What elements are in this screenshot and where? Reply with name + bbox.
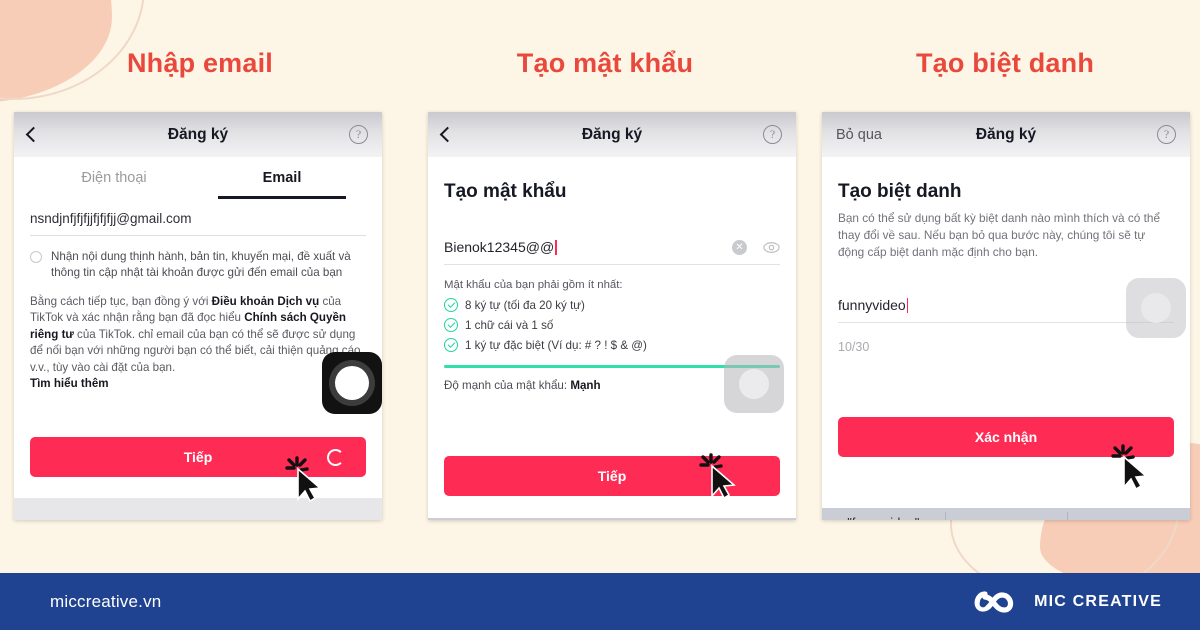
tab-email[interactable]: Email xyxy=(198,157,366,199)
eye-icon[interactable] xyxy=(763,241,780,253)
mouse-cursor-icon xyxy=(1111,444,1148,491)
keyboard-suggestion-cell[interactable] xyxy=(551,518,674,520)
mouse-cursor-icon xyxy=(699,453,736,500)
character-counter: 10/30 xyxy=(838,340,870,355)
marketing-consent-row[interactable]: Nhận nội dung thịnh hành, bản tin, khuyế… xyxy=(30,249,366,282)
navbar-step3: Bỏ qua Đăng ký ? xyxy=(822,112,1190,157)
terms-of-service-link[interactable]: Điều khoản Dịch vụ xyxy=(212,295,320,308)
legal-text: Bằng cách tiếp tục, bạn đồng ý với Điều … xyxy=(30,294,366,376)
requirement-label: 1 chữ cái và 1 số xyxy=(465,318,554,332)
create-nickname-title: Tạo biệt danh xyxy=(838,181,962,202)
password-strength-value: Mạnh xyxy=(570,378,601,392)
screen-record-bubble[interactable] xyxy=(322,352,382,414)
password-strength-label: Độ mạnh của mật khẩu: xyxy=(444,378,571,392)
help-button-step1[interactable]: ? xyxy=(349,125,368,144)
mouse-cursor-icon xyxy=(285,456,322,503)
password-field[interactable]: Bienok12345@@ ✕ xyxy=(444,239,780,265)
learn-more-link[interactable]: Tìm hiểu thêm xyxy=(30,377,366,390)
help-circle-icon: ? xyxy=(349,125,368,144)
continue-button-label-step1: Tiếp xyxy=(183,449,213,465)
keyboard-suggestion-bar-step3[interactable]: "funnyvideo" xyxy=(822,508,1190,520)
step1-heading: Nhập email xyxy=(126,48,274,78)
record-button-icon xyxy=(1141,293,1171,323)
footer-bar: miccreative.vn MIC CREATIVE xyxy=(0,573,1200,630)
navbar-title-step1: Đăng ký xyxy=(167,125,229,143)
step3-heading: Tạo biệt danh xyxy=(915,48,1095,78)
legal-part-3: của TikTok. chỉ email của bạn có thể sẽ … xyxy=(30,327,364,374)
keyboard-suggestion-cell[interactable] xyxy=(428,518,551,520)
create-password-title: Tạo mật khẩu xyxy=(444,181,567,202)
screen-record-bubble[interactable] xyxy=(1126,278,1186,338)
consent-checkbox[interactable] xyxy=(30,251,42,263)
password-value: Bienok12345@@ xyxy=(444,239,555,255)
keyboard-suggestion-cell[interactable] xyxy=(673,518,796,520)
clear-circle-icon[interactable]: ✕ xyxy=(732,239,747,255)
check-circle-icon xyxy=(444,338,458,352)
email-input[interactable]: nsndjnfjfjfjjfjfjfjj@gmail.com xyxy=(30,211,366,236)
navbar-step1: Đăng ký ? xyxy=(14,112,382,157)
nickname-field[interactable]: funnyvideo xyxy=(838,297,1174,324)
text-caret xyxy=(555,239,557,255)
requirement-item: 8 ký tự (tối đa 20 ký tự) xyxy=(444,298,780,312)
back-button-step1[interactable] xyxy=(25,126,42,143)
infinity-loop-logo-icon xyxy=(974,590,1014,613)
check-circle-icon xyxy=(444,318,458,332)
step2-heading: Tạo mật khẩu xyxy=(516,48,694,78)
requirement-item: 1 chữ cái và 1 số xyxy=(444,318,780,332)
help-circle-icon: ? xyxy=(763,125,782,144)
navbar-title-step2: Đăng ký xyxy=(581,125,643,143)
record-button-icon xyxy=(739,369,769,399)
keyboard-suggestion-bar-step2[interactable] xyxy=(428,518,796,520)
password-requirements-list: 8 ký tự (tối đa 20 ký tự) 1 chữ cái và 1… xyxy=(444,298,780,352)
keyboard-suggestion-cell[interactable] xyxy=(944,508,1068,520)
back-button-step2[interactable] xyxy=(439,126,456,143)
requirement-item: 1 ký tự đặc biệt (Ví dụ: # ? ! $ & @) xyxy=(444,338,780,352)
consent-label: Nhận nội dung thịnh hành, bản tin, khuyế… xyxy=(51,250,351,280)
check-circle-icon xyxy=(444,298,458,312)
keyboard-suggestion-cell[interactable] xyxy=(1067,508,1190,520)
screen-record-bubble[interactable] xyxy=(724,355,784,413)
help-circle-icon: ? xyxy=(1157,125,1176,144)
text-caret xyxy=(906,297,909,313)
help-button-step3[interactable]: ? xyxy=(1157,125,1176,144)
chevron-left-icon xyxy=(25,126,42,143)
requirement-label: 1 ký tự đặc biệt (Ví dụ: # ? ! $ & @) xyxy=(465,338,647,352)
nickname-value: funnyvideo xyxy=(838,297,906,314)
skip-button[interactable]: Bỏ qua xyxy=(836,127,882,143)
footer-website-url[interactable]: miccreative.vn xyxy=(50,592,161,612)
password-field-icons: ✕ xyxy=(732,239,780,255)
help-button-step2[interactable]: ? xyxy=(763,125,782,144)
signup-method-tabs: Điện thoại Email xyxy=(30,157,366,199)
poster-canvas: Nhập email Tạo mật khẩu Tạo biệt danh Đă… xyxy=(0,0,1200,630)
create-nickname-description: Bạn có thể sử dụng bất kỳ biệt danh nào … xyxy=(838,211,1161,260)
skip-label: Bỏ qua xyxy=(836,126,882,143)
chevron-left-icon xyxy=(439,126,456,143)
legal-part-1: Bằng cách tiếp tục, bạn đồng ý với xyxy=(30,294,212,308)
footer-brand: MIC CREATIVE xyxy=(971,587,1162,617)
confirm-button-label: Xác nhận xyxy=(974,429,1038,445)
tab-phone[interactable]: Điện thoại xyxy=(30,157,198,199)
requirement-label: 8 ký tự (tối đa 20 ký tự) xyxy=(465,298,585,312)
footer-brand-text: MIC CREATIVE xyxy=(1034,592,1162,610)
navbar-step2: Đăng ký ? xyxy=(428,112,796,157)
record-button-icon xyxy=(335,366,369,400)
keyboard-suggestion-cell[interactable]: "funnyvideo" xyxy=(822,508,945,520)
continue-button-label-step2: Tiếp xyxy=(597,468,627,484)
password-requirements-title: Mật khẩu của bạn phải gồm ít nhất: xyxy=(444,279,623,291)
